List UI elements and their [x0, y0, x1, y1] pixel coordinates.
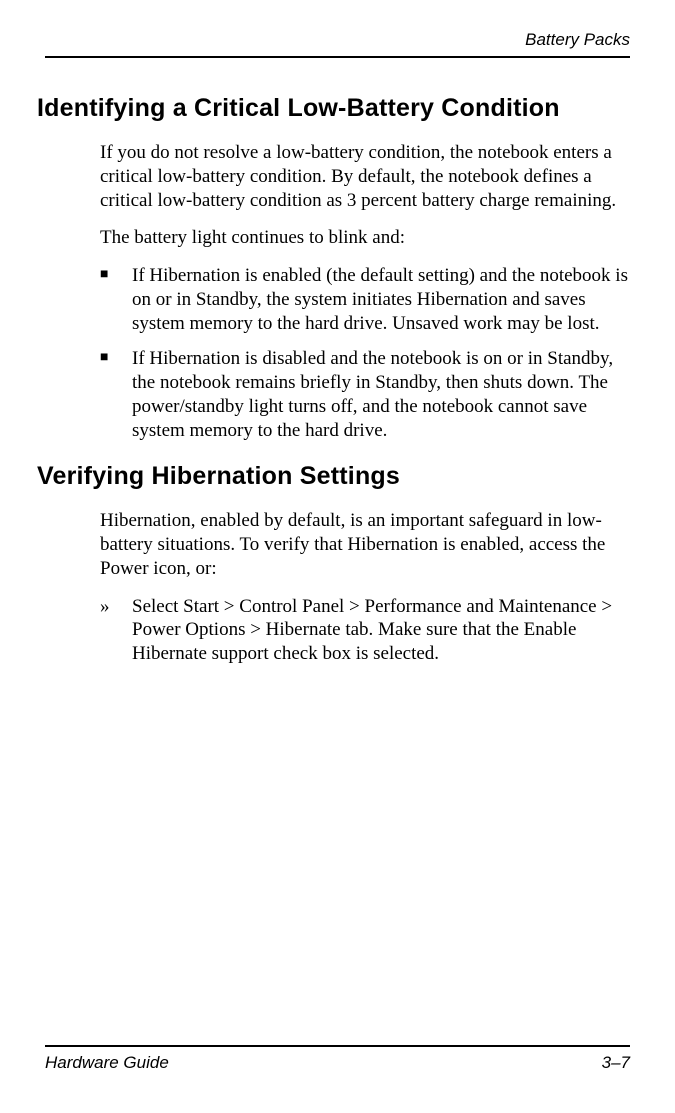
para-battery-light: The battery light continues to blink and…: [100, 226, 630, 250]
header-section-label: Battery Packs: [525, 30, 630, 49]
page-header: Battery Packs: [45, 30, 630, 66]
list-item: If Hibernation is enabled (the default s…: [100, 264, 630, 335]
page-footer: Hardware Guide 3–7: [45, 1045, 630, 1073]
footer-guide-name: Hardware Guide: [45, 1053, 169, 1073]
heading-verify-hibernation: Verifying Hibernation Settings: [37, 462, 630, 491]
bullet-list-critical: If Hibernation is enabled (the default s…: [100, 264, 630, 442]
heading-critical-low-battery: Identifying a Critical Low-Battery Condi…: [37, 94, 630, 123]
list-item: Select Start > Control Panel > Performan…: [100, 595, 630, 666]
footer-rule: [45, 1045, 630, 1047]
para-critical-intro: If you do not resolve a low-battery cond…: [100, 141, 630, 212]
footer-page-number: 3–7: [602, 1053, 630, 1073]
bullet-list-hibernation: Select Start > Control Panel > Performan…: [100, 595, 630, 666]
para-hibernation-intro: Hibernation, enabled by default, is an i…: [100, 509, 630, 580]
header-rule: [45, 56, 630, 58]
list-item: If Hibernation is disabled and the noteb…: [100, 347, 630, 442]
